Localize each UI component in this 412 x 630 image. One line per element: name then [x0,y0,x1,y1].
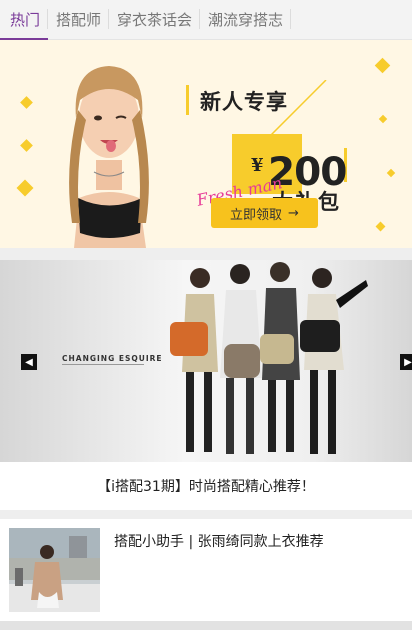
tab-trend-outfits[interactable]: 潮流穿搭志 [200,0,292,39]
feature-banner[interactable]: ◀ CHANGING ESQUIRE ▶ [0,260,412,462]
brand-divider [62,364,144,365]
category-tabs: 热门 搭配师 穿衣茶话会 潮流穿搭志 [0,0,412,40]
tab-hot[interactable]: 热门 [0,0,49,40]
chevron-left-icon[interactable]: ◀ [21,354,37,370]
tab-tea-party[interactable]: 穿衣茶话会 [109,0,201,39]
tab-hot-label: 热门 [10,11,41,29]
promo-accent-bar [186,85,189,115]
promo-banner[interactable]: 新人专享 ¥ 200 Fresh man 大礼包 立即领取 → [0,40,412,248]
claim-now-button[interactable]: 立即领取 → [211,198,318,228]
tab-stylists[interactable]: 搭配师 [48,0,110,39]
chevron-right-icon[interactable]: ▶ [400,354,412,370]
article-card[interactable]: 搭配小助手 | 张雨绮同款上衣推荐 [0,519,412,621]
tab-stylists-label: 搭配师 [56,11,102,29]
brand-name: CHANGING ESQUIRE [62,354,163,363]
promo-text-block: 新人专享 ¥ 200 Fresh man 大礼包 [186,80,361,214]
diamond-decoration [20,139,33,152]
article-thumbnail [9,528,100,612]
claim-now-label: 立即领取 [230,207,283,223]
next-card-edge [0,621,412,630]
model-photo [69,66,149,248]
promo-currency: ¥ [251,155,264,176]
article-title: 搭配小助手 | 张雨绮同款上衣推荐 [114,534,324,550]
promo-title: 新人专享 [200,89,288,114]
diamond-decoration [378,114,388,124]
diamond-decoration [386,168,396,178]
diamond-decoration [375,221,386,232]
feature-caption[interactable]: 【i搭配31期】时尚搭配精心推荐！ [0,462,412,510]
diamond-decoration [20,96,33,109]
tab-trend-outfits-label: 潮流穿搭志 [208,11,284,29]
tab-tea-party-label: 穿衣茶话会 [117,11,193,29]
models-photo [170,262,368,454]
diamond-decoration [16,179,34,197]
diamond-decoration [374,57,391,74]
arrow-right-icon: → [288,205,299,221]
